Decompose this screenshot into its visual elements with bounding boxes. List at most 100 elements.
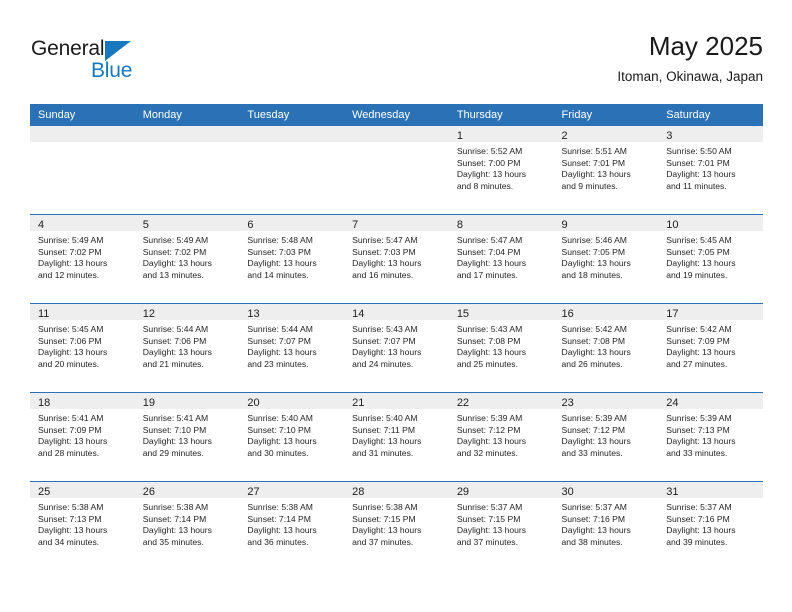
- daylight-text: Daylight: 13 hours: [142, 525, 212, 536]
- day-number-strip: 29: [448, 482, 554, 498]
- day-number-strip: 26: [134, 482, 240, 498]
- daylight-text: Daylight: 13 hours: [456, 258, 527, 269]
- day-number-strip: [239, 126, 345, 142]
- day-cell-22[interactable]: 22 Sunrise: 5:39 AM Sunset: 7:12 PM Dayligh…: [448, 393, 554, 481]
- daylight-text: and 39 minutes.: [666, 536, 728, 547]
- weekday-header-friday: Friday: [561, 109, 593, 121]
- day-number-strip: 6: [239, 215, 345, 231]
- sunset-text: Sunset: 7:09 PM: [666, 335, 730, 346]
- day-details: Sunrise: 5:45 AM Sunset: 7:05 PM Daylight:…: [658, 231, 763, 281]
- daylight-text: and 19 minutes.: [666, 269, 728, 280]
- sunset-text: Sunset: 7:08 PM: [456, 335, 521, 346]
- day-number: 5: [142, 219, 149, 231]
- daylight-text: Daylight: 13 hours: [352, 525, 422, 536]
- day-details: [30, 142, 135, 146]
- day-cell-25[interactable]: 25 Sunrise: 5:38 AM Sunset: 7:13 PM Dayligh…: [30, 482, 135, 570]
- daylight-text: Daylight: 13 hours: [561, 525, 631, 536]
- day-cell-24[interactable]: 24 Sunrise: 5:39 AM Sunset: 7:13 PM Dayligh…: [658, 393, 763, 481]
- sunrise-text: Sunrise: 5:38 AM: [38, 502, 104, 512]
- daylight-text: and 33 minutes.: [666, 447, 728, 458]
- sunrise-text: Sunrise: 5:42 AM: [561, 324, 627, 334]
- sunset-text: Sunset: 7:10 PM: [142, 424, 207, 435]
- day-number-strip: 21: [344, 393, 449, 409]
- day-number-strip: 1: [448, 126, 554, 142]
- day-cell-8[interactable]: 8 Sunrise: 5:47 AM Sunset: 7:04 PM Daylight…: [448, 215, 554, 303]
- day-cell-10[interactable]: 10 Sunrise: 5:45 AM Sunset: 7:05 PM Dayligh…: [658, 215, 763, 303]
- day-details: Sunrise: 5:39 AM Sunset: 7:12 PM Daylight:…: [449, 409, 554, 459]
- day-cell-11[interactable]: 11 Sunrise: 5:45 AM Sunset: 7:06 PM Dayligh…: [30, 304, 135, 392]
- day-cell-23[interactable]: 23 Sunrise: 5:39 AM Sunset: 7:12 PM Dayligh…: [553, 393, 659, 481]
- day-cell-29[interactable]: 29 Sunrise: 5:37 AM Sunset: 7:15 PM Dayligh…: [448, 482, 554, 570]
- daylight-text: Daylight: 13 hours: [456, 347, 527, 358]
- day-cell-13[interactable]: 13 Sunrise: 5:44 AM Sunset: 7:07 PM Dayligh…: [239, 304, 345, 392]
- daylight-text: Daylight: 13 hours: [456, 525, 527, 536]
- day-cell-2[interactable]: 2 Sunrise: 5:51 AM Sunset: 7:01 PM Daylight…: [553, 126, 659, 214]
- day-details: Sunrise: 5:38 AM Sunset: 7:14 PM Daylight:…: [135, 498, 240, 548]
- day-cell-1[interactable]: 1 Sunrise: 5:52 AM Sunset: 7:00 PM Daylight…: [448, 126, 554, 214]
- day-cell-30[interactable]: 30 Sunrise: 5:37 AM Sunset: 7:16 PM Dayligh…: [553, 482, 659, 570]
- day-cell-17[interactable]: 17 Sunrise: 5:42 AM Sunset: 7:09 PM Dayligh…: [658, 304, 763, 392]
- day-number-strip: 18: [30, 393, 135, 409]
- sunset-text: Sunset: 7:13 PM: [38, 513, 102, 524]
- day-details: Sunrise: 5:50 AM Sunset: 7:01 PM Daylight:…: [658, 142, 763, 192]
- sunrise-text: Sunrise: 5:43 AM: [456, 324, 523, 334]
- day-number: 10: [666, 219, 679, 231]
- day-number: 14: [352, 308, 365, 320]
- day-cell-18[interactable]: 18 Sunrise: 5:41 AM Sunset: 7:09 PM Dayligh…: [30, 393, 135, 481]
- sunrise-text: Sunrise: 5:49 AM: [38, 235, 104, 245]
- day-cell-empty: [30, 126, 135, 214]
- day-cell-16[interactable]: 16 Sunrise: 5:42 AM Sunset: 7:08 PM Dayligh…: [553, 304, 659, 392]
- day-cell-12[interactable]: 12 Sunrise: 5:44 AM Sunset: 7:06 PM Dayligh…: [134, 304, 240, 392]
- day-details: Sunrise: 5:46 AM Sunset: 7:05 PM Daylight:…: [554, 231, 659, 281]
- day-cell-31[interactable]: 31 Sunrise: 5:37 AM Sunset: 7:16 PM Dayligh…: [658, 482, 763, 570]
- day-number-strip: 9: [553, 215, 659, 231]
- day-details: Sunrise: 5:41 AM Sunset: 7:09 PM Daylight:…: [30, 409, 135, 459]
- day-cell-21[interactable]: 21 Sunrise: 5:40 AM Sunset: 7:11 PM Dayligh…: [344, 393, 449, 481]
- day-cell-4[interactable]: 4 Sunrise: 5:49 AM Sunset: 7:02 PM Daylight…: [30, 215, 135, 303]
- day-cell-27[interactable]: 27 Sunrise: 5:38 AM Sunset: 7:14 PM Dayligh…: [239, 482, 345, 570]
- sunset-text: Sunset: 7:09 PM: [38, 424, 102, 435]
- day-details: Sunrise: 5:45 AM Sunset: 7:06 PM Daylight:…: [30, 320, 135, 370]
- day-details: Sunrise: 5:44 AM Sunset: 7:06 PM Daylight:…: [135, 320, 240, 370]
- daylight-text: and 16 minutes.: [352, 269, 414, 280]
- day-cell-20[interactable]: 20 Sunrise: 5:40 AM Sunset: 7:10 PM Dayligh…: [239, 393, 345, 481]
- sunset-text: Sunset: 7:03 PM: [247, 246, 311, 257]
- daylight-text: Daylight: 13 hours: [561, 347, 631, 358]
- day-cell-5[interactable]: 5 Sunrise: 5:49 AM Sunset: 7:02 PM Daylight…: [134, 215, 240, 303]
- day-number-strip: 16: [553, 304, 659, 320]
- sunset-text: Sunset: 7:16 PM: [666, 513, 730, 524]
- sunrise-text: Sunrise: 5:37 AM: [666, 502, 732, 512]
- day-number-strip: [30, 126, 135, 142]
- daylight-text: Daylight: 13 hours: [666, 347, 736, 358]
- sunrise-text: Sunrise: 5:51 AM: [561, 146, 627, 156]
- day-number: 9: [561, 219, 568, 231]
- sunset-text: Sunset: 7:06 PM: [142, 335, 207, 346]
- daylight-text: and 35 minutes.: [142, 536, 204, 547]
- day-details: Sunrise: 5:49 AM Sunset: 7:02 PM Daylight:…: [30, 231, 135, 281]
- day-number: 27: [247, 486, 260, 498]
- sunrise-text: Sunrise: 5:38 AM: [247, 502, 313, 512]
- day-cell-28[interactable]: 28 Sunrise: 5:38 AM Sunset: 7:15 PM Dayligh…: [344, 482, 449, 570]
- day-cell-6[interactable]: 6 Sunrise: 5:48 AM Sunset: 7:03 PM Daylight…: [239, 215, 345, 303]
- sunrise-text: Sunrise: 5:40 AM: [352, 413, 418, 423]
- day-cell-15[interactable]: 15 Sunrise: 5:43 AM Sunset: 7:08 PM Dayligh…: [448, 304, 554, 392]
- day-cell-19[interactable]: 19 Sunrise: 5:41 AM Sunset: 7:10 PM Dayligh…: [134, 393, 240, 481]
- day-cell-26[interactable]: 26 Sunrise: 5:38 AM Sunset: 7:14 PM Dayligh…: [134, 482, 240, 570]
- daylight-text: Daylight: 13 hours: [38, 347, 108, 358]
- day-number: 25: [38, 486, 51, 498]
- day-number: 23: [561, 397, 574, 409]
- sunset-text: Sunset: 7:01 PM: [561, 157, 626, 168]
- daylight-text: and 8 minutes.: [456, 180, 514, 191]
- day-number: 8: [456, 219, 463, 231]
- daylight-text: Daylight: 13 hours: [666, 258, 736, 269]
- sunset-text: Sunset: 7:07 PM: [352, 335, 416, 346]
- day-cell-7[interactable]: 7 Sunrise: 5:47 AM Sunset: 7:03 PM Daylight…: [344, 215, 449, 303]
- daylight-text: Daylight: 13 hours: [142, 258, 212, 269]
- day-cell-3[interactable]: 3 Sunrise: 5:50 AM Sunset: 7:01 PM Daylight…: [658, 126, 763, 214]
- day-number: 2: [561, 130, 568, 142]
- calendar-week-row: 1 Sunrise: 5:52 AM Sunset: 7:00 PM Daylight…: [30, 126, 763, 214]
- day-cell-14[interactable]: 14 Sunrise: 5:43 AM Sunset: 7:07 PM Dayligh…: [344, 304, 449, 392]
- daylight-text: and 24 minutes.: [352, 358, 414, 369]
- daylight-text: and 29 minutes.: [142, 447, 204, 458]
- day-cell-9[interactable]: 9 Sunrise: 5:46 AM Sunset: 7:05 PM Daylight…: [553, 215, 659, 303]
